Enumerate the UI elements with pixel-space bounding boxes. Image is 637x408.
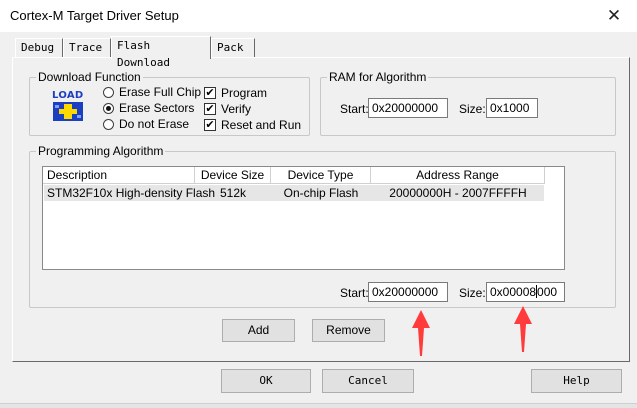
algorithm-list[interactable]: Description Device Size Device Type Addr…	[42, 166, 565, 270]
ok-button[interactable]: OK	[221, 369, 311, 393]
ram-for-algorithm-label: RAM for Algorithm	[327, 70, 429, 84]
help-button[interactable]: Help	[531, 369, 622, 393]
size-text-after-caret: 000	[537, 285, 558, 299]
reset-and-run-label: Reset and Run	[221, 118, 302, 132]
reset-and-run-checkbox[interactable]: ✔	[204, 119, 216, 131]
program-checkbox[interactable]: ✔	[204, 87, 216, 99]
do-not-erase-radio[interactable]	[103, 119, 114, 130]
ram-start-label: Start:	[340, 102, 369, 116]
column-address-range[interactable]: Address Range	[371, 167, 545, 184]
erase-sectors-radio[interactable]	[103, 103, 114, 114]
row-device-size: 512k	[219, 186, 247, 200]
erase-sectors-label: Erase Sectors	[119, 101, 195, 115]
column-device-size[interactable]: Device Size	[195, 167, 271, 184]
ram-size-label: Size:	[459, 102, 486, 116]
row-address-range: 20000000H - 2007FFFFH	[389, 186, 527, 200]
algorithm-size-label: Size:	[459, 286, 486, 300]
column-device-type[interactable]: Device Type	[271, 167, 371, 184]
program-label: Program	[221, 86, 268, 100]
download-function-label: Download Function	[36, 70, 143, 84]
erase-full-chip-label: Erase Full Chip	[119, 85, 202, 99]
add-button[interactable]: Add	[222, 319, 295, 342]
window-bottom-edge	[0, 403, 637, 408]
row-description: STM32F10x High-density Flash	[47, 186, 216, 200]
close-icon[interactable]: ✕	[600, 2, 628, 30]
algorithm-start-input[interactable]: 0x20000000	[368, 282, 448, 302]
annotation-arrow-up-icon	[412, 310, 430, 356]
cancel-button[interactable]: Cancel	[322, 369, 414, 393]
column-description[interactable]: Description	[43, 167, 195, 184]
annotation-arrow-up-icon	[514, 306, 532, 352]
tab-debug[interactable]: Debug	[15, 38, 63, 57]
do-not-erase-label: Do not Erase	[119, 117, 190, 131]
ram-start-input[interactable]: 0x20000000	[368, 98, 448, 118]
ram-size-input[interactable]: 0x1000	[486, 98, 538, 118]
tab-flash-download[interactable]: Flash Download	[111, 36, 211, 69]
table-row[interactable]: STM32F10x High-density Flash 512k On-chi…	[44, 185, 544, 201]
verify-checkbox[interactable]: ✔	[204, 103, 216, 115]
load-icon-text: LOAD	[52, 90, 84, 101]
erase-full-chip-radio[interactable]	[103, 87, 114, 98]
algorithm-start-label: Start:	[340, 286, 369, 300]
programming-algorithm-label: Programming Algorithm	[36, 144, 166, 158]
size-text-before-caret: 0x00008	[490, 285, 537, 299]
window-title: Cortex-M Target Driver Setup	[10, 8, 179, 23]
tab-pack[interactable]: Pack	[211, 38, 255, 57]
algorithm-size-input[interactable]: 0x00008000	[486, 282, 565, 302]
verify-label: Verify	[221, 102, 252, 116]
row-device-type: On-chip Flash	[283, 186, 359, 200]
remove-button[interactable]: Remove	[312, 319, 385, 342]
tab-trace[interactable]: Trace	[63, 38, 111, 57]
